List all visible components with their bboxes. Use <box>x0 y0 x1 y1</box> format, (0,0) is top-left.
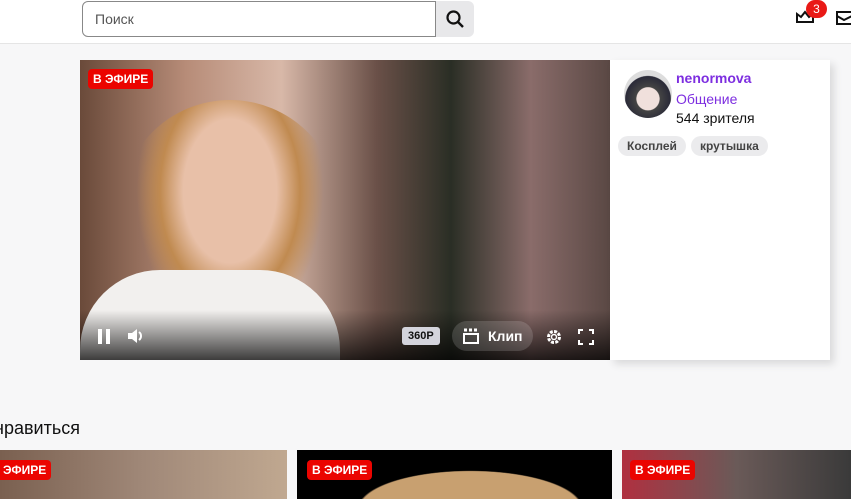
quality-button[interactable]: 360P <box>402 327 440 345</box>
stream-thumbnail[interactable]: В ЭФИРЕ <box>297 450 612 499</box>
video-player[interactable]: В ЭФИРЕ 360P Клип <box>80 60 610 360</box>
tag[interactable]: крутышка <box>690 136 768 156</box>
tag-list: Косплей крутышка <box>618 136 768 156</box>
channel-category[interactable]: Общение <box>676 91 737 107</box>
inbox-icon[interactable] <box>836 10 851 26</box>
search-icon <box>446 10 464 28</box>
channel-name[interactable]: nenormova <box>676 70 751 86</box>
notification-badge: 3 <box>806 0 827 18</box>
fullscreen-icon[interactable] <box>578 329 594 345</box>
search-input[interactable] <box>82 1 436 37</box>
channel-info-card: nenormova Общение 544 зрителя Косплей кр… <box>610 60 830 360</box>
tag[interactable]: Косплей <box>618 136 686 156</box>
search-button[interactable] <box>436 1 474 37</box>
clip-button[interactable]: Клип <box>452 321 533 351</box>
viewer-count: 544 зрителя <box>676 110 755 126</box>
top-bar: 3 <box>0 0 851 44</box>
settings-icon[interactable] <box>545 328 563 346</box>
avatar[interactable] <box>624 70 672 118</box>
live-badge: В ЭФИРЕ <box>88 69 154 89</box>
clip-label: Клип <box>488 328 523 344</box>
clapperboard-icon <box>463 328 479 344</box>
live-badge: В ЭФИРЕ <box>0 460 52 480</box>
stream-thumbnail[interactable]: В ЭФИРЕ <box>0 450 287 499</box>
stream-thumbnail[interactable]: В ЭФИРЕ <box>622 450 851 499</box>
volume-icon[interactable] <box>127 328 145 344</box>
live-badge: В ЭФИРЕ <box>307 460 373 480</box>
live-badge: В ЭФИРЕ <box>630 460 696 480</box>
pause-icon[interactable] <box>97 329 111 344</box>
section-title: нравиться <box>0 418 80 438</box>
